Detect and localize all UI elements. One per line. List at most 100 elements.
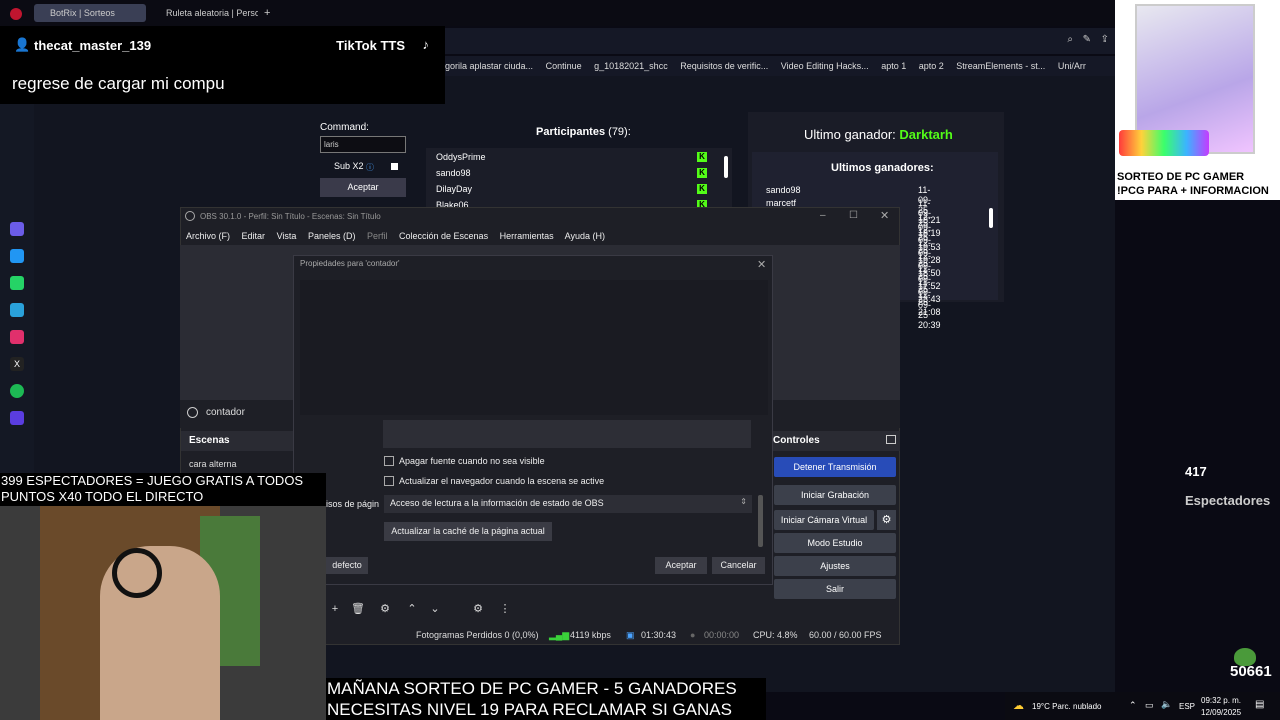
network-icon[interactable]: ▭ (1145, 700, 1154, 711)
scene-item[interactable]: cara alterna (189, 459, 237, 469)
clock-date[interactable]: 12/09/2025 (1201, 708, 1241, 717)
shutdown-source-checkbox[interactable] (384, 456, 394, 466)
refresh-cache-button[interactable]: Actualizar la caché de la página actual (384, 522, 552, 541)
tiktok-icon: ♪ (422, 37, 430, 52)
filters-icon[interactable]: ⚙ (469, 600, 487, 618)
menu-perfil[interactable]: Perfil (367, 231, 388, 241)
search-icon[interactable]: ⌕ (1067, 34, 1073, 45)
bookmark-item[interactable]: Uni/Arr (1058, 61, 1086, 71)
chevron-up-icon[interactable]: ⌃ (403, 600, 421, 618)
bookmark-item[interactable]: apto 1 (881, 61, 906, 71)
participants-scrollbar[interactable] (724, 156, 728, 178)
messenger-icon[interactable] (10, 249, 24, 263)
obs-titlebar: OBS 30.1.0 - Perfil: Sin Título - Escena… (200, 212, 381, 221)
bookmark-item[interactable]: StreamElements - st... (956, 61, 1045, 71)
controls-panel-header: Controles (767, 431, 900, 451)
dialog-scrollbar[interactable] (758, 495, 763, 547)
last-winners-title: Ultimos ganadores: (831, 162, 934, 174)
edit-icon[interactable]: ✎ (1083, 34, 1091, 45)
volume-icon[interactable]: 🔈 (1161, 699, 1172, 710)
virtual-camera-settings-icon[interactable]: ⚙ (877, 510, 896, 530)
select-arrows-icon: ⇕ (740, 497, 747, 506)
page-permissions-select[interactable]: Acceso de lectura a la información de es… (384, 495, 752, 513)
source-name: contador (206, 407, 245, 418)
trash-icon[interactable]: 🗑 (349, 600, 367, 618)
notifications-icon[interactable]: ▤ (1255, 699, 1264, 710)
bookmark-item[interactable]: Video Editing Hacks... (781, 61, 869, 71)
menu-vista[interactable]: Vista (277, 231, 297, 241)
app-icon[interactable] (10, 222, 24, 236)
custom-css-field[interactable] (383, 420, 751, 448)
pc-giveaway-ad: SORTEO DE PC GAMER !PCG PARA + INFORMACI… (1115, 0, 1280, 200)
stop-stream-button[interactable]: Detener Transmisión (774, 457, 896, 477)
telegram-icon[interactable] (10, 303, 24, 317)
bookmark-item[interactable]: apto 2 (919, 61, 944, 71)
close-icon[interactable]: ✕ (880, 209, 889, 222)
add-icon[interactable]: + (326, 600, 344, 618)
new-tab-button[interactable]: + (262, 4, 270, 22)
menu-paneles[interactable]: Paneles (D) (308, 231, 356, 241)
clock-time[interactable]: 09:32 p. m. (1201, 696, 1241, 705)
player-icon[interactable] (10, 411, 24, 425)
dialog-accept-button[interactable]: Aceptar (655, 557, 707, 574)
menu-archivo[interactable]: Archivo (F) (186, 231, 230, 241)
tab-botrix[interactable]: BotRix | Sorteos (34, 4, 146, 22)
chevron-up-icon[interactable]: ⌃ (1129, 700, 1137, 711)
start-virtual-camera-button[interactable]: Iniciar Cámara Virtual (774, 510, 874, 530)
refresh-browser-checkbox[interactable] (384, 476, 394, 486)
points-counter: 50661 (1230, 663, 1272, 680)
bookmark-item[interactable]: Continue (546, 61, 582, 71)
instagram-icon[interactable] (10, 330, 24, 344)
command-input[interactable]: laris (320, 136, 406, 153)
page-permissions-value: Acceso de lectura a la información de es… (390, 498, 604, 508)
chevron-down-icon[interactable]: ⌄ (426, 600, 444, 618)
start-recording-button[interactable]: Iniciar Grabación (774, 485, 896, 505)
maximize-icon[interactable]: ☐ (849, 210, 858, 221)
participants-title: Participantes (79): (536, 126, 631, 138)
bookmarks-bar: gorila aplastar ciuda... Continue g_1018… (445, 56, 1115, 76)
participants-list: OddysPrime K sando98 K DilayDay K Blake0… (426, 148, 732, 208)
sub-x2-checkbox[interactable] (391, 163, 398, 170)
kick-icon: K (697, 168, 707, 178)
menu-editar[interactable]: Editar (242, 231, 266, 241)
whatsapp-icon[interactable] (10, 276, 24, 290)
bookmark-item[interactable]: gorila aplastar ciuda... (445, 61, 533, 71)
signal-icon: ▂▄▆ (549, 630, 570, 640)
spotify-icon[interactable] (10, 384, 24, 398)
dialog-cancel-button[interactable]: Cancelar (712, 557, 765, 574)
bookmark-item[interactable]: g_10182021_shcc (594, 61, 668, 71)
defaults-button[interactable]: defecto (326, 557, 368, 574)
share-icon[interactable]: ⇪ (1101, 34, 1109, 45)
menu-ayuda[interactable]: Ayuda (H) (565, 231, 605, 241)
winner-date: 11-09-25 20:39 (918, 290, 941, 330)
banner-line: MAÑANA SORTEO DE PC GAMER - 5 GANADORES (327, 679, 737, 698)
tab-ruleta[interactable]: Ruleta aleatoria | Personali (150, 4, 258, 22)
weather-text[interactable]: 19°C Parc. nublado (1032, 702, 1101, 711)
list-item: OddysPrime (436, 152, 486, 162)
language-indicator[interactable]: ESP (1179, 702, 1195, 711)
exit-button[interactable]: Salir (774, 579, 896, 599)
accept-command-button[interactable]: Aceptar (320, 178, 406, 197)
cpu-usage: CPU: 4.8% (753, 630, 798, 640)
minimize-icon[interactable]: – (820, 210, 826, 221)
x-icon[interactable]: X (10, 357, 24, 371)
headset (112, 548, 162, 598)
viewers-count: 417 (1185, 464, 1207, 479)
studio-mode-button[interactable]: Modo Estudio (774, 533, 896, 553)
viewers-label: Espectadores (1185, 493, 1271, 508)
record-icon: ● (690, 630, 696, 640)
more-icon[interactable]: ⋮ (496, 600, 514, 618)
tts-username: thecat_master_139 (34, 38, 152, 53)
dialog-close-icon[interactable]: ✕ (757, 258, 766, 271)
winners-scrollbar[interactable] (989, 208, 993, 228)
gear-icon[interactable]: ⚙ (376, 600, 394, 618)
settings-button[interactable]: Ajustes (774, 556, 896, 576)
menu-herramientas[interactable]: Herramientas (500, 231, 554, 241)
pc-ad-line: SORTEO DE PC GAMER (1117, 171, 1245, 183)
browser-logo-icon[interactable] (10, 8, 22, 20)
undock-icon[interactable] (886, 435, 896, 444)
bookmark-item[interactable]: Requisitos de verific... (680, 61, 768, 71)
raffle-banner: MAÑANA SORTEO DE PC GAMER - 5 GANADORES … (326, 678, 766, 720)
obs-menubar: Archivo (F) Editar Vista Paneles (D) Per… (180, 227, 900, 245)
menu-coleccion-escenas[interactable]: Colección de Escenas (399, 231, 488, 241)
